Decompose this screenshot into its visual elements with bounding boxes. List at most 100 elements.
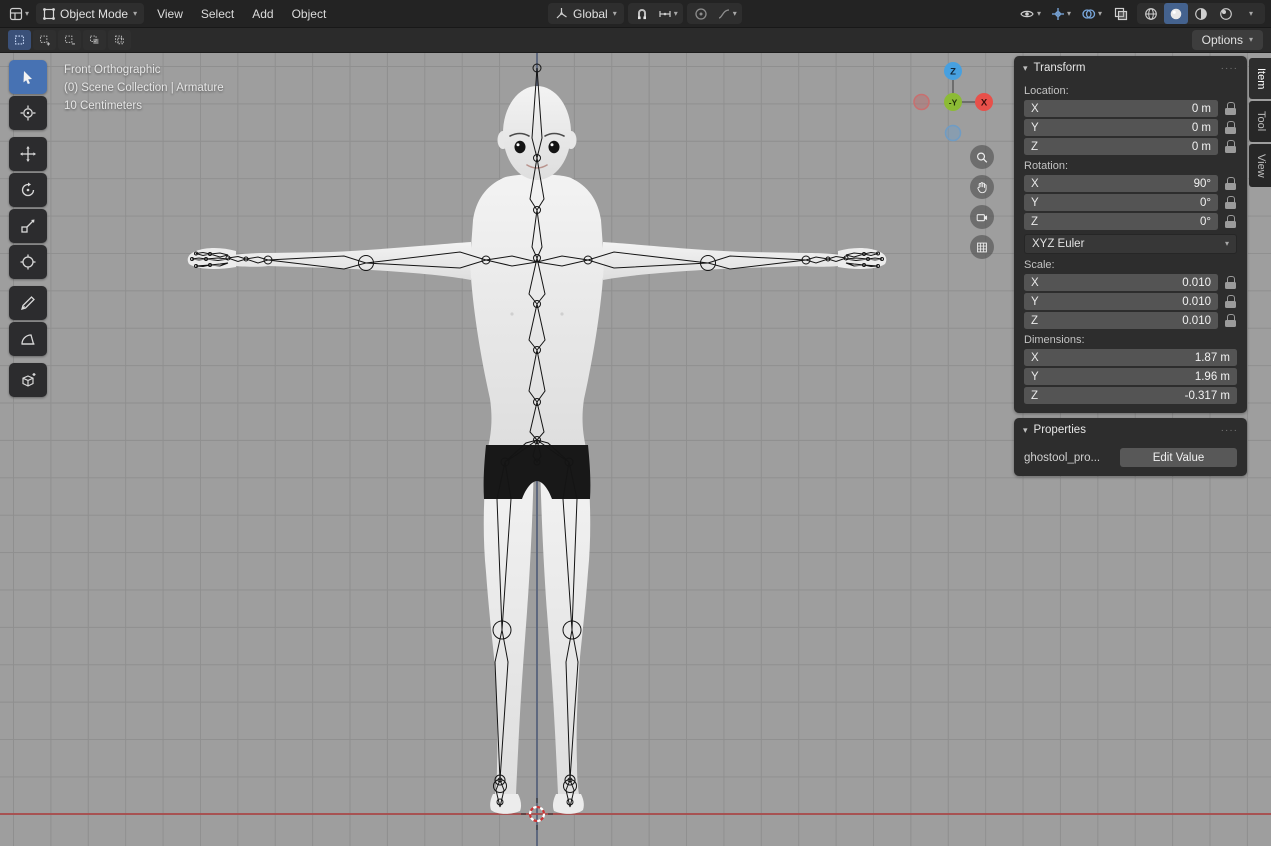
- gizmo-z-ball[interactable]: Z: [944, 62, 962, 80]
- chevron-down-icon: ▾: [1225, 240, 1229, 248]
- transform-panel-header[interactable]: ▾ Transform ····: [1014, 56, 1247, 80]
- panel-title: Properties: [1034, 424, 1086, 436]
- scale-x-field[interactable]: X 0.010: [1024, 274, 1218, 291]
- shading-material-button[interactable]: [1189, 3, 1213, 24]
- scale-y-field[interactable]: Y 0.010: [1024, 293, 1218, 310]
- field-value: 0.010: [1182, 296, 1211, 308]
- tool-add-cube[interactable]: [9, 363, 47, 397]
- character-mesh[interactable]: [188, 86, 887, 814]
- lock-icon[interactable]: [1225, 215, 1237, 228]
- rotation-z-field[interactable]: Z 0°: [1024, 213, 1218, 230]
- tool-transform[interactable]: [9, 245, 47, 279]
- rotation-mode-dropdown[interactable]: XYZ Euler ▾: [1024, 234, 1237, 254]
- tool-cursor[interactable]: [9, 96, 47, 130]
- options-dropdown[interactable]: Options ▾: [1192, 30, 1263, 50]
- lock-icon[interactable]: [1225, 121, 1237, 134]
- pan-button[interactable]: [970, 175, 994, 199]
- shading-wireframe-button[interactable]: [1139, 3, 1163, 24]
- properties-panel: ▾ Properties ···· ghostool_pro... Edit V…: [1014, 418, 1247, 476]
- chevron-down-icon: ▾: [613, 10, 617, 18]
- chevron-down-icon: ▾: [1249, 36, 1253, 44]
- menu-view[interactable]: View: [148, 0, 192, 27]
- proportional-falloff-dropdown[interactable]: ▾: [714, 3, 740, 24]
- magnet-icon: [635, 7, 649, 21]
- location-x-field[interactable]: X 0 m: [1024, 100, 1218, 117]
- proportional-edit-toggle[interactable]: [689, 3, 713, 24]
- show-overlays-dropdown[interactable]: ▾: [1078, 3, 1105, 24]
- snap-toggle-button[interactable]: [630, 3, 654, 24]
- tab-view[interactable]: View: [1249, 144, 1271, 188]
- tool-select-box[interactable]: [9, 60, 47, 94]
- select-mode-subtract[interactable]: [58, 30, 81, 50]
- tool-measure[interactable]: [9, 322, 47, 356]
- gizmo-neg-z-ball[interactable]: [946, 126, 961, 141]
- select-mode-extend[interactable]: [33, 30, 56, 50]
- scale-label: Scale:: [1024, 259, 1237, 271]
- shading-rendered-button[interactable]: [1214, 3, 1238, 24]
- rotation-x-field[interactable]: X 90°: [1024, 175, 1218, 192]
- xray-toggle[interactable]: [1109, 3, 1133, 24]
- mode-label: Object Mode: [60, 7, 128, 21]
- tool-move[interactable]: [9, 137, 47, 171]
- properties-panel-header[interactable]: ▾ Properties ····: [1014, 418, 1247, 442]
- editor-type-button[interactable]: ▾: [6, 3, 32, 24]
- header-menus: View Select Add Object: [148, 0, 335, 27]
- lock-icon[interactable]: [1225, 140, 1237, 153]
- perspective-toggle-button[interactable]: [970, 235, 994, 259]
- active-object-text: (0) Scene Collection | Armature: [64, 80, 224, 98]
- show-gizmo-dropdown[interactable]: ▾: [1048, 3, 1074, 24]
- dimensions-z-field[interactable]: Z -0.317 m: [1024, 387, 1237, 404]
- dimensions-y-field[interactable]: Y 1.96 m: [1024, 368, 1237, 385]
- menu-object[interactable]: Object: [283, 0, 336, 27]
- rotation-y-field[interactable]: Y 0°: [1024, 194, 1218, 211]
- mode-dropdown[interactable]: Object Mode ▾: [36, 3, 144, 24]
- axis-label: Y: [1031, 122, 1047, 134]
- tab-tool[interactable]: Tool: [1249, 101, 1271, 141]
- camera-view-button[interactable]: [970, 205, 994, 229]
- tool-scale[interactable]: [9, 209, 47, 243]
- lock-icon[interactable]: [1225, 314, 1237, 327]
- zoom-button[interactable]: [970, 145, 994, 169]
- chevron-down-icon: ▾: [1037, 10, 1041, 18]
- gizmo-x-ball[interactable]: X: [975, 93, 993, 111]
- axis-label: X: [1031, 178, 1047, 190]
- gizmo-neg-y-ball[interactable]: -Y: [944, 93, 962, 111]
- panel-drag-handle-icon[interactable]: ····: [1221, 425, 1238, 436]
- chevron-down-icon: ▾: [733, 10, 737, 18]
- shading-solid-button[interactable]: [1164, 3, 1188, 24]
- field-value: 0 m: [1192, 122, 1211, 134]
- dimensions-x-field[interactable]: X 1.87 m: [1024, 349, 1237, 366]
- menu-add[interactable]: Add: [243, 0, 282, 27]
- location-label: Location:: [1024, 85, 1237, 97]
- lock-icon[interactable]: [1225, 177, 1237, 190]
- location-z-field[interactable]: Z 0 m: [1024, 138, 1218, 155]
- navigation-gizmo[interactable]: Z -Y X: [913, 62, 993, 142]
- location-y-field[interactable]: Y 0 m: [1024, 119, 1218, 136]
- scale-z-field[interactable]: Z 0.010: [1024, 312, 1218, 329]
- lock-icon[interactable]: [1225, 276, 1237, 289]
- edit-value-button[interactable]: Edit Value: [1120, 448, 1237, 467]
- lock-icon[interactable]: [1225, 102, 1237, 115]
- gizmo-neg-x-ball[interactable]: [914, 95, 929, 110]
- select-mode-intersect[interactable]: [108, 30, 131, 50]
- menu-select[interactable]: Select: [192, 0, 243, 27]
- tool-rotate[interactable]: [9, 173, 47, 207]
- lock-icon[interactable]: [1225, 196, 1237, 209]
- object-visibility-dropdown[interactable]: ▾: [1016, 3, 1044, 24]
- panel-drag-handle-icon[interactable]: ····: [1221, 63, 1238, 74]
- grid-scale-text: 10 Centimeters: [64, 98, 224, 116]
- snap-target-dropdown[interactable]: ▾: [655, 3, 681, 24]
- tool-annotate[interactable]: [9, 286, 47, 320]
- select-mode-invert[interactable]: [83, 30, 106, 50]
- select-mode-new[interactable]: [8, 30, 31, 50]
- lock-icon[interactable]: [1225, 295, 1237, 308]
- chevron-down-icon: ▾: [1067, 10, 1071, 18]
- panel-title: Transform: [1034, 62, 1086, 74]
- viewport-3d[interactable]: Front Orthographic (0) Scene Collection …: [0, 52, 1271, 846]
- sidebar-tabs: Item Tool View: [1249, 58, 1271, 187]
- chevron-down-icon: ▾: [25, 10, 29, 18]
- eye-icon: [1019, 7, 1035, 21]
- tab-item[interactable]: Item: [1249, 58, 1271, 99]
- orientation-dropdown[interactable]: Global ▾: [548, 3, 624, 24]
- shading-options-dropdown[interactable]: ▾: [1239, 3, 1263, 24]
